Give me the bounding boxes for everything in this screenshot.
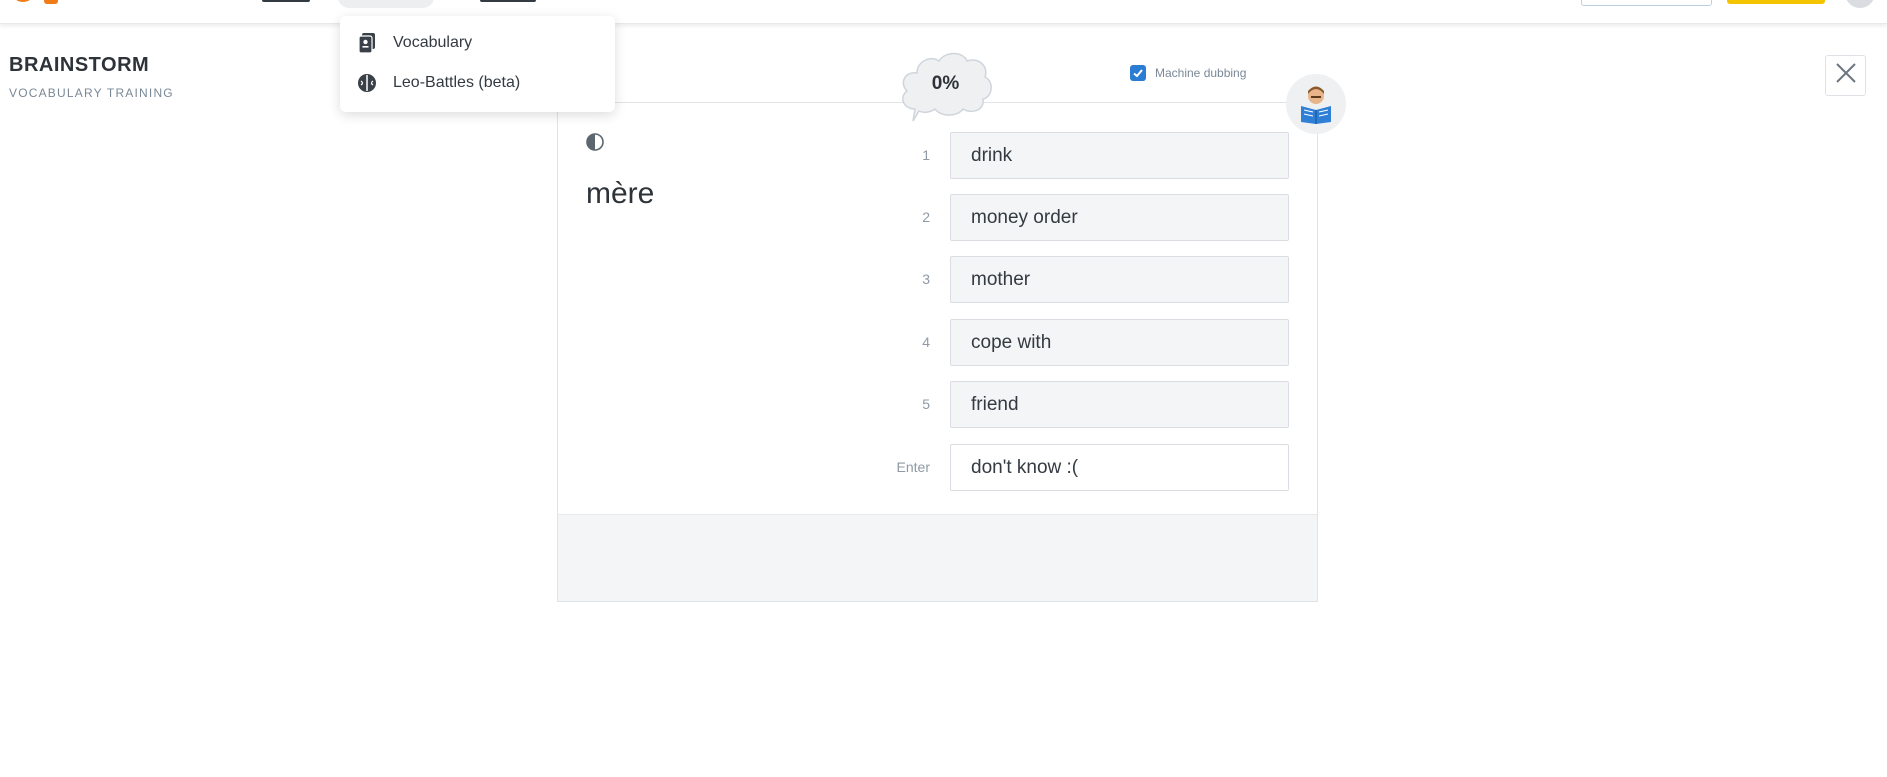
premium-button[interactable]: [1727, 0, 1825, 4]
machine-dubbing-toggle[interactable]: Machine dubbing: [1130, 65, 1246, 81]
nav-item-training-active[interactable]: [338, 0, 434, 8]
logo-wordmark: [44, 0, 58, 4]
menu-item-label: Vocabulary: [393, 34, 473, 51]
option-key: 3: [922, 271, 930, 287]
dont-know-button[interactable]: don't know :(: [950, 444, 1289, 491]
answer-option-4[interactable]: cope with: [950, 319, 1289, 366]
menu-item-leo-battles[interactable]: Leo-Battles (beta): [340, 63, 615, 103]
top-outline-button[interactable]: [1581, 0, 1712, 6]
close-button[interactable]: [1825, 55, 1866, 96]
card-footer: [558, 514, 1317, 601]
page-subtitle: VOCABULARY TRAINING: [9, 86, 174, 100]
machine-dubbing-label: Machine dubbing: [1155, 66, 1247, 80]
contrast-toggle-icon[interactable]: [584, 131, 606, 153]
prompt-word: mère: [586, 177, 655, 210]
menu-item-label: Leo-Battles (beta): [393, 74, 521, 91]
top-navigation-bar: [0, 0, 1887, 24]
nav-item-language[interactable]: [262, 0, 310, 2]
user-avatar[interactable]: [1845, 0, 1875, 8]
option-key: 4: [922, 334, 930, 350]
checkmark-icon: [1133, 69, 1143, 78]
option-key: 5: [922, 396, 930, 412]
leo-logo-icon[interactable]: [8, 0, 38, 8]
option-key: 1: [922, 147, 930, 163]
progress-cloud: 0%: [897, 47, 994, 127]
nav-item-community[interactable]: [480, 0, 536, 2]
answer-option-2[interactable]: money order: [950, 194, 1289, 241]
page-title: BRAINSTORM: [9, 54, 150, 76]
brain-icon: [357, 73, 377, 93]
vocabulary-card: mère 1 drink 2 money order 3 mother 4 co…: [557, 102, 1318, 602]
option-key: 2: [922, 209, 930, 225]
answer-option-1[interactable]: drink: [950, 132, 1289, 179]
option-key-enter: Enter: [896, 459, 930, 475]
answer-option-3[interactable]: mother: [950, 256, 1289, 303]
close-icon: [1835, 62, 1857, 89]
vocabulary-cards-icon: [357, 33, 377, 53]
menu-item-vocabulary[interactable]: Vocabulary: [340, 23, 615, 63]
progress-percentage: 0%: [931, 73, 960, 94]
reading-mascot-icon: [1286, 74, 1346, 134]
answer-option-5[interactable]: friend: [950, 381, 1289, 428]
training-dropdown-menu: Vocabulary Leo-Battles (beta): [340, 16, 615, 112]
machine-dubbing-checkbox[interactable]: [1130, 65, 1146, 81]
